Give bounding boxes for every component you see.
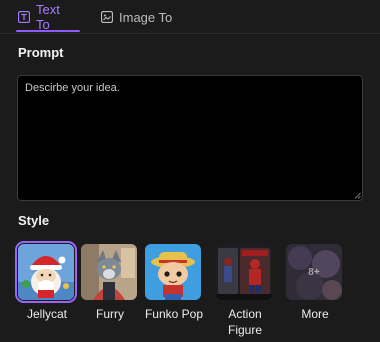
prompt-label: Prompt (18, 45, 64, 60)
style-label: Style (18, 213, 50, 228)
resize-grip-icon[interactable] (354, 192, 361, 199)
action-figure-thumbnail (216, 244, 272, 300)
funko-pop-thumbnail (145, 244, 201, 300)
jellycat-thumbnail (15, 241, 77, 303)
style-option-label: Furry (96, 307, 124, 321)
tab-image-to[interactable]: Image To (101, 0, 177, 34)
text-icon (18, 11, 30, 23)
furry-thumbnail (81, 244, 137, 300)
active-tab-indicator (16, 30, 80, 32)
style-option-jellycat[interactable]: Jellycat (15, 241, 77, 342)
style-option-action-figure[interactable]: Action Figure (216, 244, 274, 342)
style-option-label: More (301, 307, 329, 321)
more-thumbnail: 8+ (286, 244, 342, 300)
style-option-more[interactable]: 8+ More (286, 244, 344, 342)
tab-text-to[interactable]: Text To (18, 0, 76, 34)
image-icon (101, 11, 113, 23)
style-option-label: Action Figure (227, 307, 262, 337)
mode-tabs: Text To Image To (0, 0, 380, 34)
more-count-badge: 8+ (308, 266, 320, 278)
style-option-funko-pop[interactable]: Funko Pop (145, 244, 203, 342)
style-option-furry[interactable]: Furry (81, 244, 139, 342)
style-option-label: Funko Pop (144, 307, 204, 321)
style-option-label: Jellycat (26, 307, 67, 321)
tab-text-to-label: Text To (36, 2, 60, 32)
prompt-input[interactable] (17, 75, 363, 201)
tab-image-to-label: Image To (119, 9, 173, 25)
